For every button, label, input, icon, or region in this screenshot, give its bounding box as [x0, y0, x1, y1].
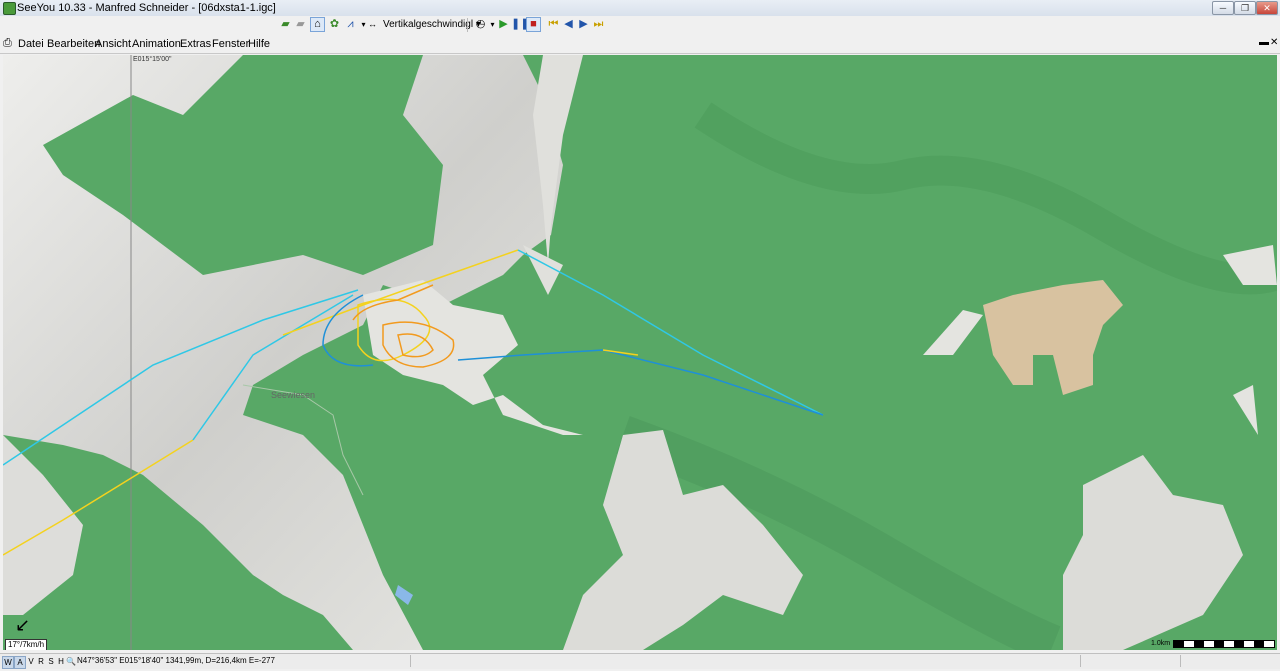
- status-panel-divider: [410, 655, 412, 667]
- wind-info: 17°/7km/h: [5, 639, 48, 650]
- status-panel-divider: [1180, 655, 1182, 667]
- document-icon[interactable]: ⎙: [3, 37, 15, 49]
- menu-extras[interactable]: Extras: [180, 38, 211, 50]
- status-tab-s[interactable]: S: [46, 656, 56, 667]
- menu-fenster[interactable]: Fenster: [212, 38, 249, 50]
- status-tab-a[interactable]: A: [14, 656, 26, 669]
- grid-longitude-label: E015°15'00": [133, 56, 172, 63]
- window-title: SeeYou 10.33 - Manfred Schneider - [06dx…: [17, 2, 276, 14]
- minimize-button[interactable]: ─: [1212, 1, 1234, 15]
- next-icon[interactable]: ▶: [576, 17, 591, 32]
- play-mode-icon[interactable]: ↔: [365, 17, 380, 32]
- menu-animation[interactable]: Animation: [132, 38, 181, 50]
- mdi-close-button[interactable]: ✕: [1270, 37, 1278, 48]
- prev-icon[interactable]: ◀: [561, 17, 576, 32]
- status-tab-v[interactable]: V: [26, 656, 36, 667]
- map-view[interactable]: E015°15'00" Seewiesen ↙ 17°/7km/h 1.0km: [3, 55, 1277, 650]
- toolbar: ▰ ▰ ⌂ ✿ ⩘ ▾ ↔ Vertikalgeschwindigl ▾ ◷ ▾…: [0, 16, 1280, 34]
- status-tab-w[interactable]: W: [2, 656, 14, 669]
- zoom-icon[interactable]: 🔍: [66, 656, 76, 667]
- mdi-minimize-button[interactable]: ▬: [1259, 37, 1269, 48]
- restore-button[interactable]: ❐: [1234, 1, 1256, 15]
- menu-bar: ⎙ Datei Bearbeiten Ansicht Animation Ext…: [0, 34, 1280, 54]
- cursor-coordinates: N47°36'53" E015°18'40" 1341,99m, D=216,4…: [77, 656, 275, 665]
- terrain-map: [3, 55, 1277, 650]
- play-icon[interactable]: ▶: [496, 17, 511, 32]
- place-label-seewiesen: Seewiesen: [271, 390, 316, 400]
- scale-label: 1.0km: [1151, 640, 1171, 647]
- scale-bar: [1173, 640, 1275, 648]
- menu-hilfe[interactable]: Hilfe: [248, 38, 270, 50]
- menu-datei[interactable]: Datei: [18, 38, 44, 50]
- to-end-icon[interactable]: ⏭: [591, 17, 606, 32]
- open-icon[interactable]: ▰: [278, 17, 293, 32]
- stop-icon[interactable]: ■: [526, 17, 541, 32]
- close-button[interactable]: ✕: [1256, 1, 1278, 15]
- menu-bearbeiten[interactable]: Bearbeiten: [47, 38, 100, 50]
- toolbar-separator: [467, 18, 468, 32]
- save-icon[interactable]: ▰: [293, 17, 308, 32]
- task-icon[interactable]: ✿: [327, 17, 342, 32]
- status-bar: W A V R S H 🔍 N47°36'53" E015°18'40" 134…: [0, 653, 1280, 669]
- status-tab-r[interactable]: R: [36, 656, 46, 667]
- status-tab-h[interactable]: H: [56, 656, 66, 667]
- status-panel-divider: [1080, 655, 1082, 667]
- menu-ansicht[interactable]: Ansicht: [95, 38, 131, 50]
- display-mode-value: Vertikalgeschwindigl: [383, 19, 474, 30]
- wind-arrow-icon: ↙: [15, 615, 31, 635]
- select-icon[interactable]: ⌂: [310, 17, 325, 32]
- seeyou-app-icon: [3, 2, 16, 15]
- to-start-icon[interactable]: ⏮: [546, 17, 561, 32]
- pause-icon[interactable]: ❚❚: [511, 17, 529, 32]
- title-bar: SeeYou 10.33 - Manfred Schneider - [06dx…: [0, 0, 1280, 17]
